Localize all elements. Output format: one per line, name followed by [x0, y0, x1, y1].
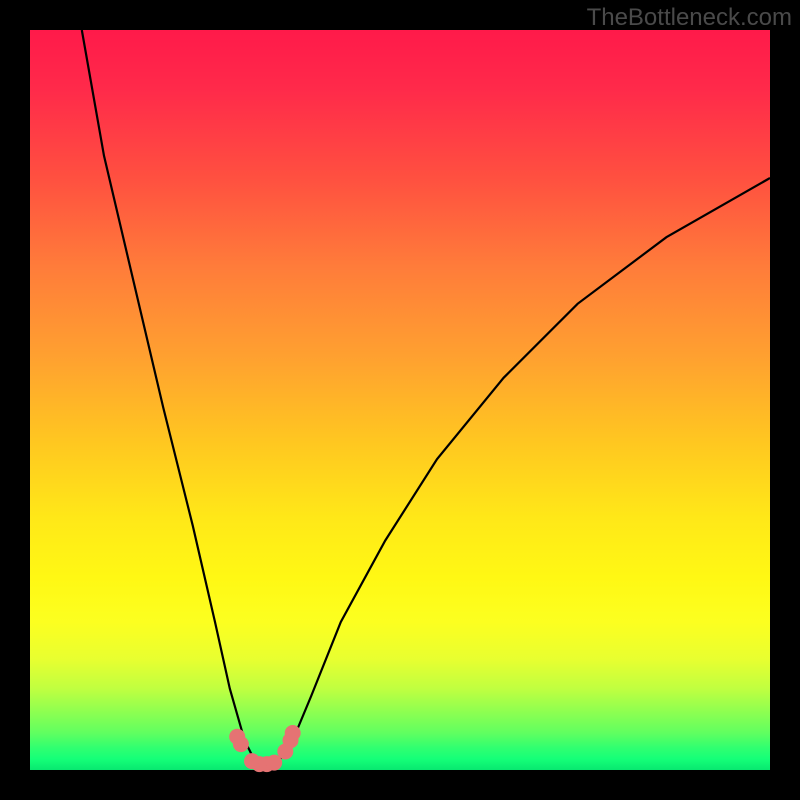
watermark-text: TheBottleneck.com — [587, 4, 792, 32]
highlight-dot — [285, 725, 301, 741]
highlight-dots — [229, 725, 301, 772]
highlight-dot — [233, 736, 249, 752]
bottleneck-curve-path — [82, 30, 770, 768]
curve-overlay — [0, 0, 800, 800]
